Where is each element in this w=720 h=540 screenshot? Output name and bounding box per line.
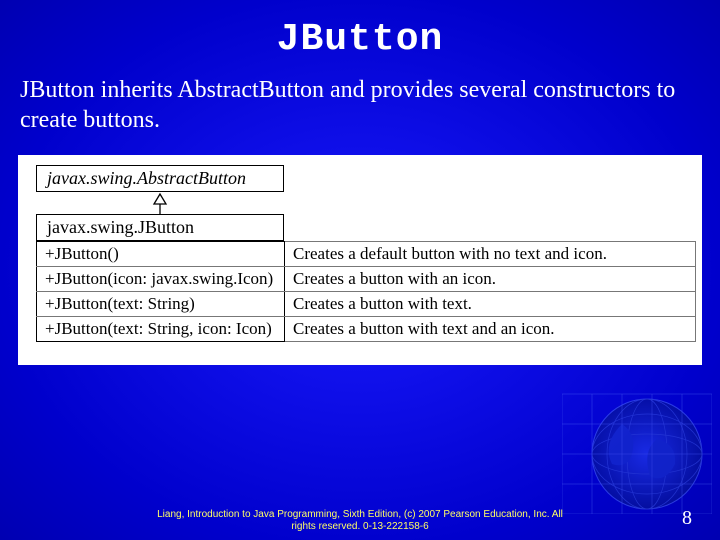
uml-members-table: +JButton()Creates a default button with …: [36, 241, 696, 342]
uml-signature: +JButton(icon: javax.swing.Icon): [37, 267, 285, 292]
slide-footer: Liang, Introduction to Java Programming,…: [0, 509, 720, 532]
slide-title: JButton: [0, 0, 720, 61]
table-row: +JButton(text: String, icon: Icon)Create…: [37, 317, 696, 342]
uml-superclass-box: javax.swing.AbstractButton: [36, 165, 284, 192]
table-row: +JButton(icon: javax.swing.Icon)Creates …: [37, 267, 696, 292]
uml-signature: +JButton(text: String, icon: Icon): [37, 317, 285, 342]
footer-line-1: Liang, Introduction to Java Programming,…: [157, 509, 563, 520]
slide-subtitle: JButton inherits AbstractButton and prov…: [0, 61, 720, 135]
footer-line-2: rights reserved. 0-13-222158-6: [291, 521, 428, 532]
table-row: +JButton()Creates a default button with …: [37, 242, 696, 267]
uml-signature: +JButton(): [37, 242, 285, 267]
uml-signature: +JButton(text: String): [37, 292, 285, 317]
globe-decoration: [562, 384, 712, 514]
inheritance-arrow-icon: [36, 192, 284, 214]
slide-number: 8: [682, 507, 692, 530]
uml-diagram: javax.swing.AbstractButton javax.swing.J…: [18, 155, 702, 365]
uml-description: Creates a button with text.: [285, 292, 696, 317]
uml-description: Creates a button with an icon.: [285, 267, 696, 292]
uml-description: Creates a default button with no text an…: [285, 242, 696, 267]
table-row: +JButton(text: String)Creates a button w…: [37, 292, 696, 317]
uml-subclass-box: javax.swing.JButton: [36, 214, 284, 241]
uml-description: Creates a button with text and an icon.: [285, 317, 696, 342]
